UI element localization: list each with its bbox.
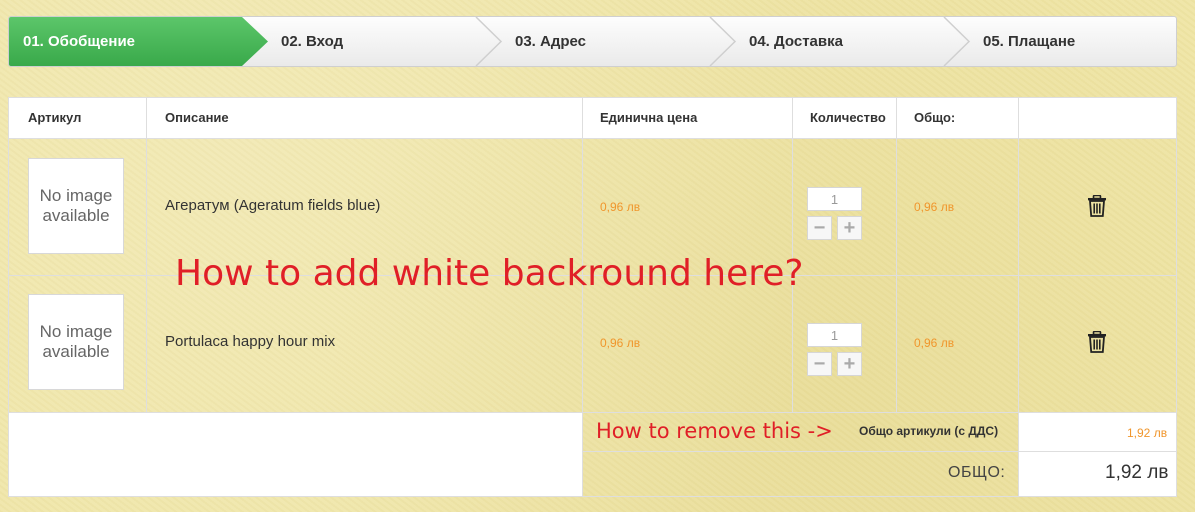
product-image-placeholder[interactable]: No image available [28, 158, 124, 254]
checkout-steps: 01. Обобщение 02. Вход 03. Адрес 04. Дос… [8, 16, 1177, 67]
column-divider [1018, 413, 1019, 496]
step-summary[interactable]: 01. Обобщение [9, 17, 268, 66]
header-unit-price: Единична цена [600, 110, 698, 125]
no-image-text: available [42, 342, 110, 361]
grand-total-value: 1,92 лв [1105, 462, 1169, 483]
quantity-decrease-button[interactable]: − [807, 216, 832, 240]
quantity-input[interactable] [807, 187, 862, 211]
column-divider [582, 413, 583, 496]
step-address[interactable]: 03. Адрес [502, 17, 736, 66]
header-total: Общо: [914, 110, 956, 125]
no-image-text: No image [39, 186, 113, 205]
product-image-placeholder[interactable]: No image available [28, 294, 124, 390]
step-address-label: 03. Адрес [515, 33, 587, 50]
unit-price: 0,96 лв [600, 336, 641, 350]
line-total: 0,96 лв [914, 200, 955, 214]
no-image-text: available [42, 206, 110, 225]
header-quantity: Количество [810, 110, 886, 125]
step-login[interactable]: 02. Вход [268, 17, 502, 66]
trash-icon[interactable] [1087, 194, 1107, 217]
product-description[interactable]: Агератум (Ageratum fields blue) [165, 197, 380, 214]
step-login-label: 02. Вход [281, 33, 344, 50]
footer-empty-cell [9, 413, 582, 496]
step-payment[interactable]: 05. Плащане [970, 17, 1176, 66]
header-article: Артикул [28, 110, 82, 125]
line-total: 0,96 лв [914, 336, 955, 350]
annotation-remove: How to remove this -> [596, 419, 833, 443]
subtotal-value: 1,92 лв [1127, 426, 1168, 440]
step-delivery[interactable]: 04. Доставка [736, 17, 970, 66]
grand-total-label: ОБЩО: [948, 464, 1006, 481]
cart-table: Артикул Описание Единична цена Количеств… [8, 97, 1177, 497]
quantity-increase-button[interactable]: + [837, 352, 862, 376]
annotation-white-background: How to add white backround here? [175, 253, 804, 294]
trash-icon[interactable] [1087, 330, 1107, 353]
quantity-increase-button[interactable]: + [837, 216, 862, 240]
cart-table-header: Артикул Описание Единична цена Количеств… [9, 98, 1176, 139]
step-separator-icon [475, 17, 505, 66]
no-image-text: No image [39, 322, 113, 341]
step-delivery-label: 04. Доставка [749, 33, 843, 50]
quantity-decrease-button[interactable]: − [807, 352, 832, 376]
step-payment-label: 05. Плащане [983, 33, 1076, 50]
step-separator-icon [709, 17, 739, 66]
quantity-input[interactable] [807, 323, 862, 347]
unit-price: 0,96 лв [600, 200, 641, 214]
cart-row: No image available Portulaca happy hour … [9, 276, 1176, 413]
step-separator-icon [943, 17, 973, 66]
step-summary-label: 01. Обобщение [23, 33, 136, 50]
product-description[interactable]: Portulaca happy hour mix [165, 333, 335, 350]
row-divider [582, 451, 1176, 452]
header-description: Описание [165, 110, 229, 125]
subtotal-label: Общо артикули (с ДДС) [859, 424, 999, 438]
